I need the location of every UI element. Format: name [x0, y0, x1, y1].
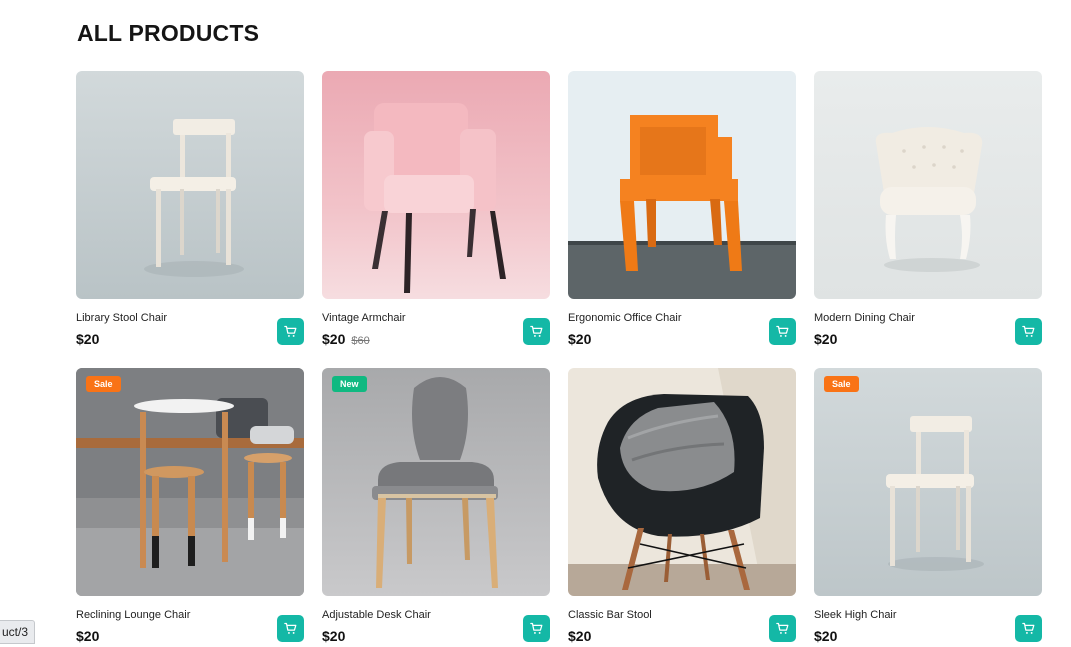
gray-wooden-chair-image [322, 368, 550, 596]
add-to-cart-button[interactable] [277, 615, 304, 642]
price-row: $20 [568, 331, 591, 347]
add-to-cart-button[interactable] [1015, 318, 1042, 345]
product-name[interactable]: Ergonomic Office Chair [568, 312, 682, 324]
product-card: Classic Bar Stool $20 [568, 368, 796, 647]
white-wooden-chair-image [814, 368, 1042, 596]
product-name[interactable]: Library Stool Chair [76, 312, 167, 324]
add-to-cart-button[interactable] [1015, 615, 1042, 642]
product-name[interactable]: Modern Dining Chair [814, 312, 915, 324]
product-price: $20 [568, 331, 592, 347]
product-image[interactable]: Sale [76, 368, 304, 596]
product-image[interactable] [322, 71, 550, 299]
product-original-price: $60 [351, 335, 370, 347]
price-row: $20 $60 [322, 331, 370, 347]
product-name[interactable]: Sleek High Chair [814, 609, 897, 621]
product-price: $20 [814, 331, 838, 347]
product-card: Sale Sleek High Chair $20 [814, 368, 1042, 647]
price-row: $20 [76, 331, 99, 347]
new-badge: New [332, 376, 367, 392]
product-card: Ergonomic Office Chair $20 [568, 71, 796, 350]
link-url-tooltip: uct/3 [0, 620, 36, 644]
sale-badge: Sale [86, 376, 121, 392]
product-card: Vintage Armchair $20 $60 [322, 71, 550, 350]
product-price: $20 [322, 331, 346, 347]
product-name[interactable]: Adjustable Desk Chair [322, 609, 431, 621]
product-name[interactable]: Classic Bar Stool [568, 609, 652, 621]
cart-icon [776, 325, 789, 337]
add-to-cart-button[interactable] [523, 318, 550, 345]
product-card: Sale Reclining Lounge Chair $20 [76, 368, 304, 647]
product-image[interactable] [568, 368, 796, 596]
sale-badge: Sale [824, 376, 859, 392]
add-to-cart-button[interactable] [769, 615, 796, 642]
product-price: $20 [76, 331, 100, 347]
product-image[interactable] [568, 71, 796, 299]
price-row: $20 [814, 331, 837, 347]
cart-icon [284, 325, 297, 337]
product-image[interactable] [76, 71, 304, 299]
product-image[interactable] [814, 71, 1042, 299]
orange-chair-image [568, 71, 796, 299]
cart-icon [284, 622, 297, 634]
product-card: Modern Dining Chair $20 [814, 71, 1042, 350]
product-name[interactable]: Reclining Lounge Chair [76, 609, 190, 621]
product-card: Library Stool Chair $20 [76, 71, 304, 350]
product-image[interactable]: New [322, 368, 550, 596]
white-wooden-chair-image [76, 71, 304, 299]
page-title: ALL PRODUCTS [77, 20, 260, 46]
product-image[interactable]: Sale [814, 368, 1042, 596]
wooden-table-stools-image [76, 368, 304, 596]
black-chair-pillow-image [568, 368, 796, 596]
cart-icon [1022, 622, 1035, 634]
cart-icon [776, 622, 789, 634]
add-to-cart-button[interactable] [277, 318, 304, 345]
product-card: New Adjustable Desk Chair $20 [322, 368, 550, 647]
tufted-white-chair-image [814, 71, 1042, 299]
cart-icon [530, 325, 543, 337]
add-to-cart-button[interactable] [523, 615, 550, 642]
product-grid: Library Stool Chair $20 Vintage Armchair… [76, 71, 1042, 647]
add-to-cart-button[interactable] [769, 318, 796, 345]
cart-icon [1022, 325, 1035, 337]
cart-icon [530, 622, 543, 634]
pink-armchair-image [322, 71, 550, 299]
product-name[interactable]: Vintage Armchair [322, 312, 406, 324]
